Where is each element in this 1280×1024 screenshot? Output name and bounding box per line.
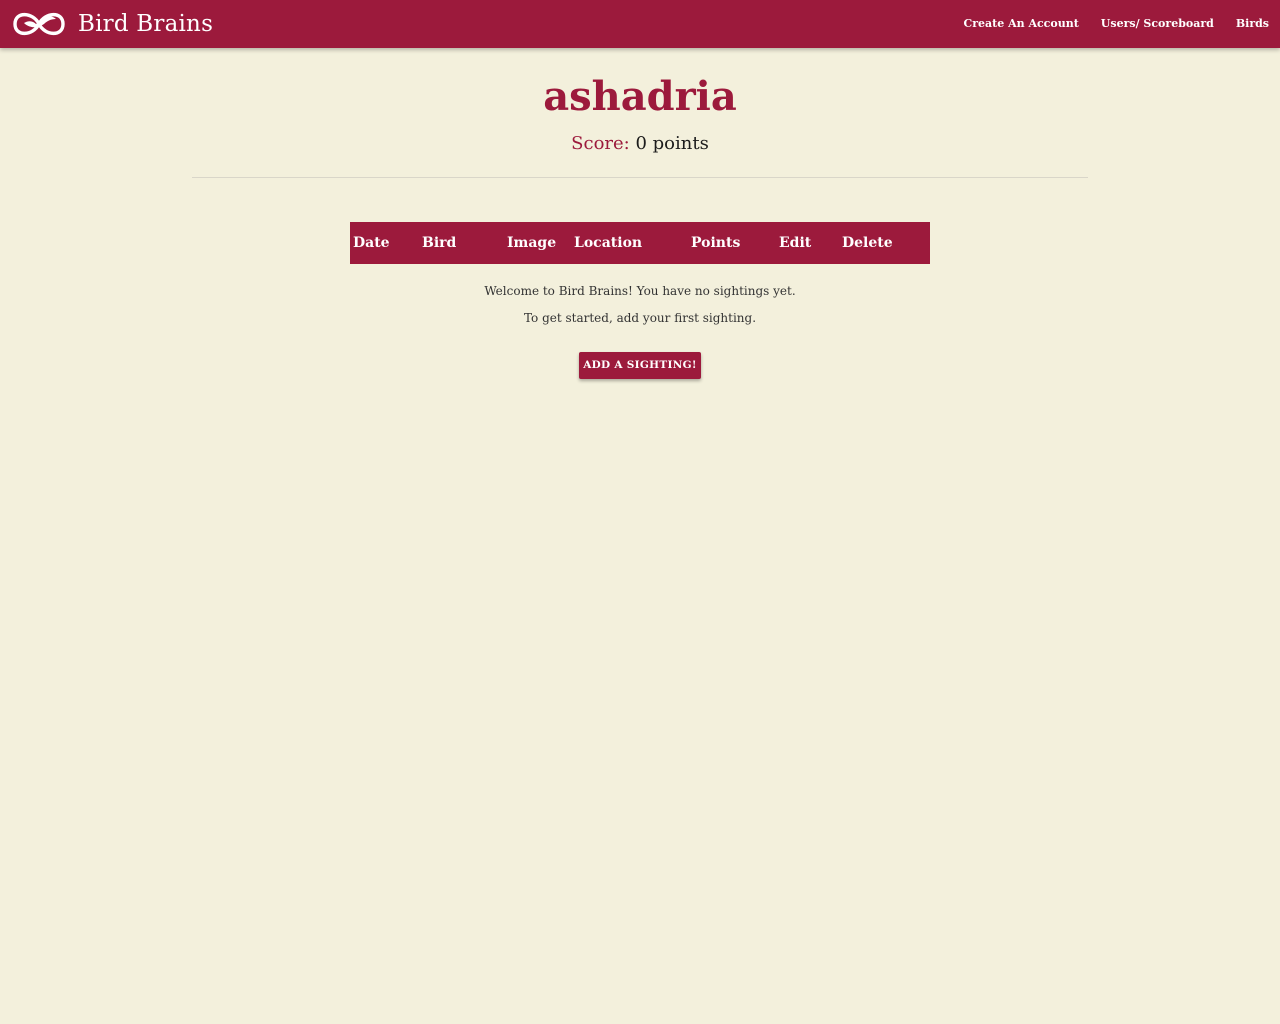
top-navbar: Bird Brains Create An Account Users/ Sco… bbox=[0, 0, 1280, 48]
empty-state-instructions: To get started, add your first sighting. bbox=[523, 311, 757, 325]
brand-home-link[interactable]: Bird Brains bbox=[12, 6, 213, 42]
score-value: 0 points bbox=[635, 133, 709, 154]
nav-links: Create An Account Users/ Scoreboard Bird… bbox=[953, 0, 1280, 48]
nav-birds-link[interactable]: Birds bbox=[1225, 0, 1280, 48]
bird-logo-icon bbox=[13, 12, 65, 36]
column-header-bird: Bird bbox=[422, 235, 457, 251]
column-header-date: Date bbox=[353, 235, 390, 251]
brand-name: Bird Brains bbox=[78, 11, 214, 37]
column-header-image: Image bbox=[507, 235, 557, 251]
column-header-delete: Delete bbox=[842, 235, 893, 251]
empty-state-welcome: Welcome to Bird Brains! You have no sigh… bbox=[484, 284, 796, 298]
nav-create-account-link[interactable]: Create An Account bbox=[953, 0, 1090, 48]
nav-users-scoreboard-link[interactable]: Users/ Scoreboard bbox=[1090, 0, 1225, 48]
sightings-table-header: Date Bird Image Location Points Edit Del… bbox=[350, 222, 930, 264]
profile-username: ashadria bbox=[543, 73, 737, 120]
column-header-points: Points bbox=[691, 235, 741, 251]
score-line: Score: 0 points bbox=[0, 131, 1280, 157]
add-sighting-button[interactable]: ADD A SIGHTING! bbox=[579, 352, 701, 379]
score-label: Score: bbox=[571, 133, 630, 154]
column-header-location: Location bbox=[574, 235, 643, 251]
section-divider bbox=[192, 177, 1088, 178]
column-header-edit: Edit bbox=[779, 235, 812, 251]
